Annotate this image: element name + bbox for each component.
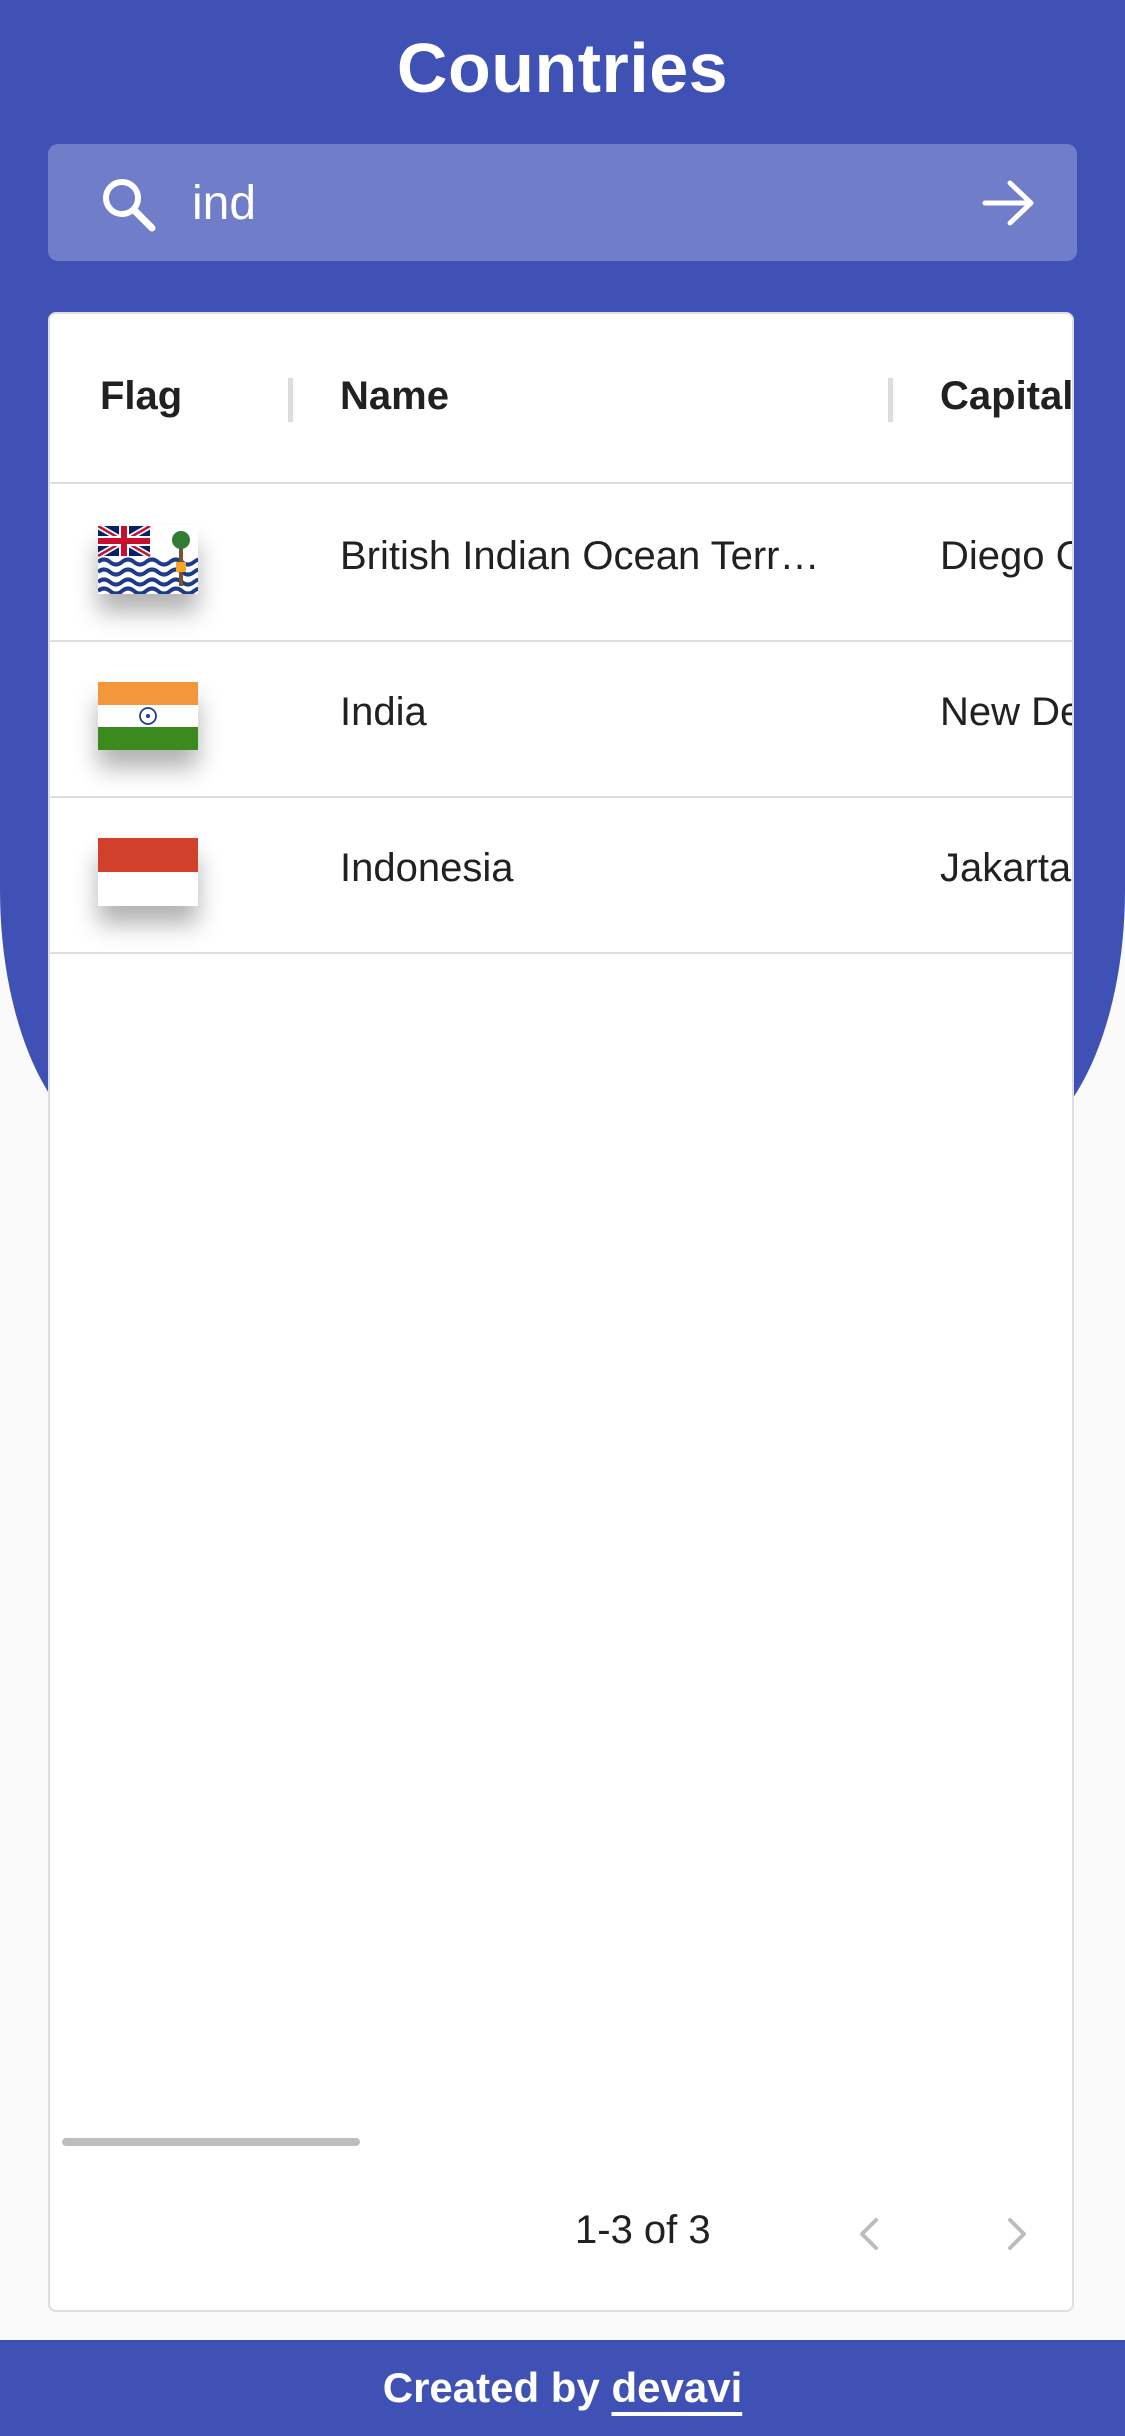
footer-prefix: Created by: [382, 2364, 600, 2411]
page-title: Countries: [396, 29, 729, 107]
horizontal-scrollbar[interactable]: [62, 2138, 360, 2146]
column-header-capital[interactable]: Capital: [940, 374, 1072, 419]
table-row[interactable]: British Indian Ocean Terr… Diego G: [50, 484, 1072, 642]
search-input[interactable]: [190, 164, 974, 242]
column-separator[interactable]: [288, 378, 293, 422]
footer: Created by devavi: [0, 2340, 1125, 2436]
chevron-right-icon[interactable]: [986, 2204, 1046, 2264]
table-row[interactable]: India New De: [50, 640, 1072, 798]
country-capital: Jakarta: [940, 846, 1072, 890]
column-header-flag[interactable]: Flag: [100, 374, 182, 419]
country-capital: New De: [940, 690, 1074, 734]
country-name: Indonesia: [340, 846, 514, 890]
countries-table: Flag Name Capital British Indian Ocean T…: [48, 312, 1074, 2312]
pagination-range: 1-3 of 3: [575, 2208, 711, 2252]
country-name: India: [340, 690, 427, 734]
column-separator[interactable]: [888, 378, 893, 422]
search-icon[interactable]: [100, 176, 156, 232]
column-header-name[interactable]: Name: [340, 374, 449, 419]
arrow-right-icon[interactable]: [982, 178, 1036, 228]
india-flag-icon: [98, 682, 198, 750]
british-indian-ocean-territory-flag-icon: [98, 526, 198, 594]
country-capital: Diego G: [940, 534, 1074, 578]
indonesia-flag-icon: [98, 838, 198, 906]
table-row[interactable]: Indonesia Jakarta: [50, 796, 1072, 954]
chevron-left-icon[interactable]: [840, 2204, 900, 2264]
author-link[interactable]: devavi: [611, 2364, 742, 2411]
search-bar: [48, 144, 1077, 261]
country-name: British Indian Ocean Terr…: [340, 534, 820, 578]
